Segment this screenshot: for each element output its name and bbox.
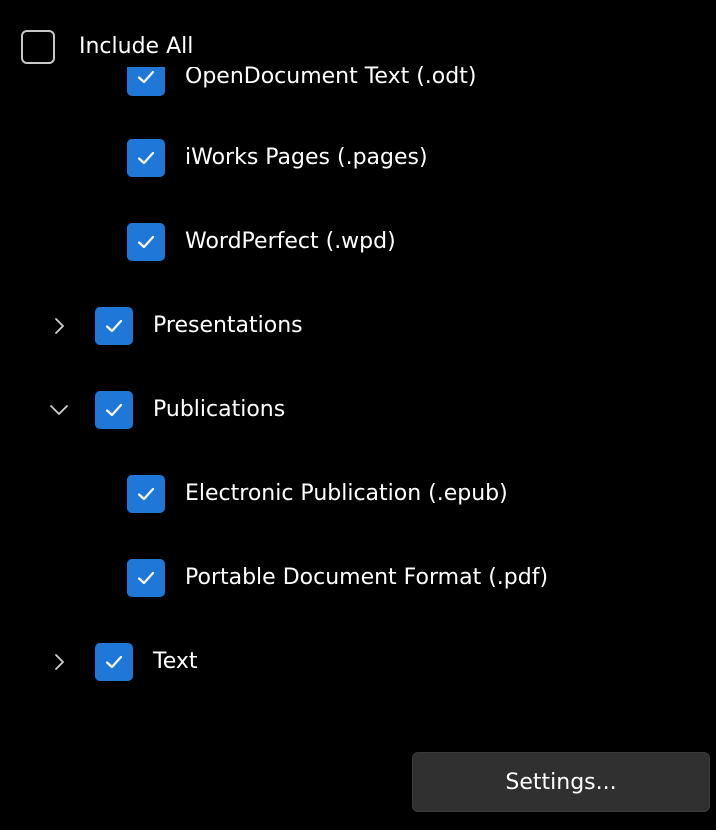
tree-item-label: Portable Document Format (.pdf) (185, 565, 549, 590)
checkbox-text[interactable] (95, 643, 133, 681)
check-icon (137, 235, 155, 249)
check-icon (137, 571, 155, 585)
tree-item-label: Text (153, 649, 198, 674)
check-icon (105, 403, 123, 417)
check-icon (105, 319, 123, 333)
tree-item-label: iWorks Pages (.pages) (185, 145, 428, 170)
file-type-tree: OpenDocument Text (.odt) iWorks Pages (.… (0, 0, 716, 720)
checkbox-epub[interactable] (127, 475, 165, 513)
check-icon (137, 487, 155, 501)
include-all-row[interactable]: Include All (21, 27, 214, 67)
check-icon (137, 151, 155, 165)
tree-item-label: Publications (153, 397, 286, 422)
tree-item-iworks-pages[interactable]: iWorks Pages (.pages) (127, 136, 428, 180)
checkbox-pdf[interactable] (127, 559, 165, 597)
tree-item-label: WordPerfect (.wpd) (185, 229, 396, 254)
file-type-filter-panel: OpenDocument Text (.odt) iWorks Pages (.… (0, 0, 716, 830)
checkbox-wordperfect[interactable] (127, 223, 165, 261)
check-icon (137, 70, 155, 84)
tree-item-label: Presentations (153, 313, 303, 338)
tree-item-wordperfect[interactable]: WordPerfect (.wpd) (127, 220, 396, 264)
checkbox-iworks-pages[interactable] (127, 139, 165, 177)
tree-item-publications[interactable]: Publications (95, 388, 285, 432)
tree-item-text[interactable]: Text (95, 640, 198, 684)
include-all-checkbox[interactable] (21, 30, 55, 64)
tree-item-presentations[interactable]: Presentations (95, 304, 303, 348)
chevron-right-icon[interactable] (48, 315, 70, 337)
checkbox-presentations[interactable] (95, 307, 133, 345)
tree-item-pdf[interactable]: Portable Document Format (.pdf) (127, 556, 548, 600)
tree-item-epub[interactable]: Electronic Publication (.epub) (127, 472, 508, 516)
include-all-label: Include All (79, 34, 194, 59)
check-icon (105, 655, 123, 669)
chevron-right-icon[interactable] (48, 651, 70, 673)
tree-item-label: OpenDocument Text (.odt) (185, 64, 477, 89)
settings-button[interactable]: Settings... (412, 752, 710, 812)
checkbox-publications[interactable] (95, 391, 133, 429)
tree-item-label: Electronic Publication (.epub) (185, 481, 508, 506)
chevron-down-icon[interactable] (48, 399, 70, 421)
